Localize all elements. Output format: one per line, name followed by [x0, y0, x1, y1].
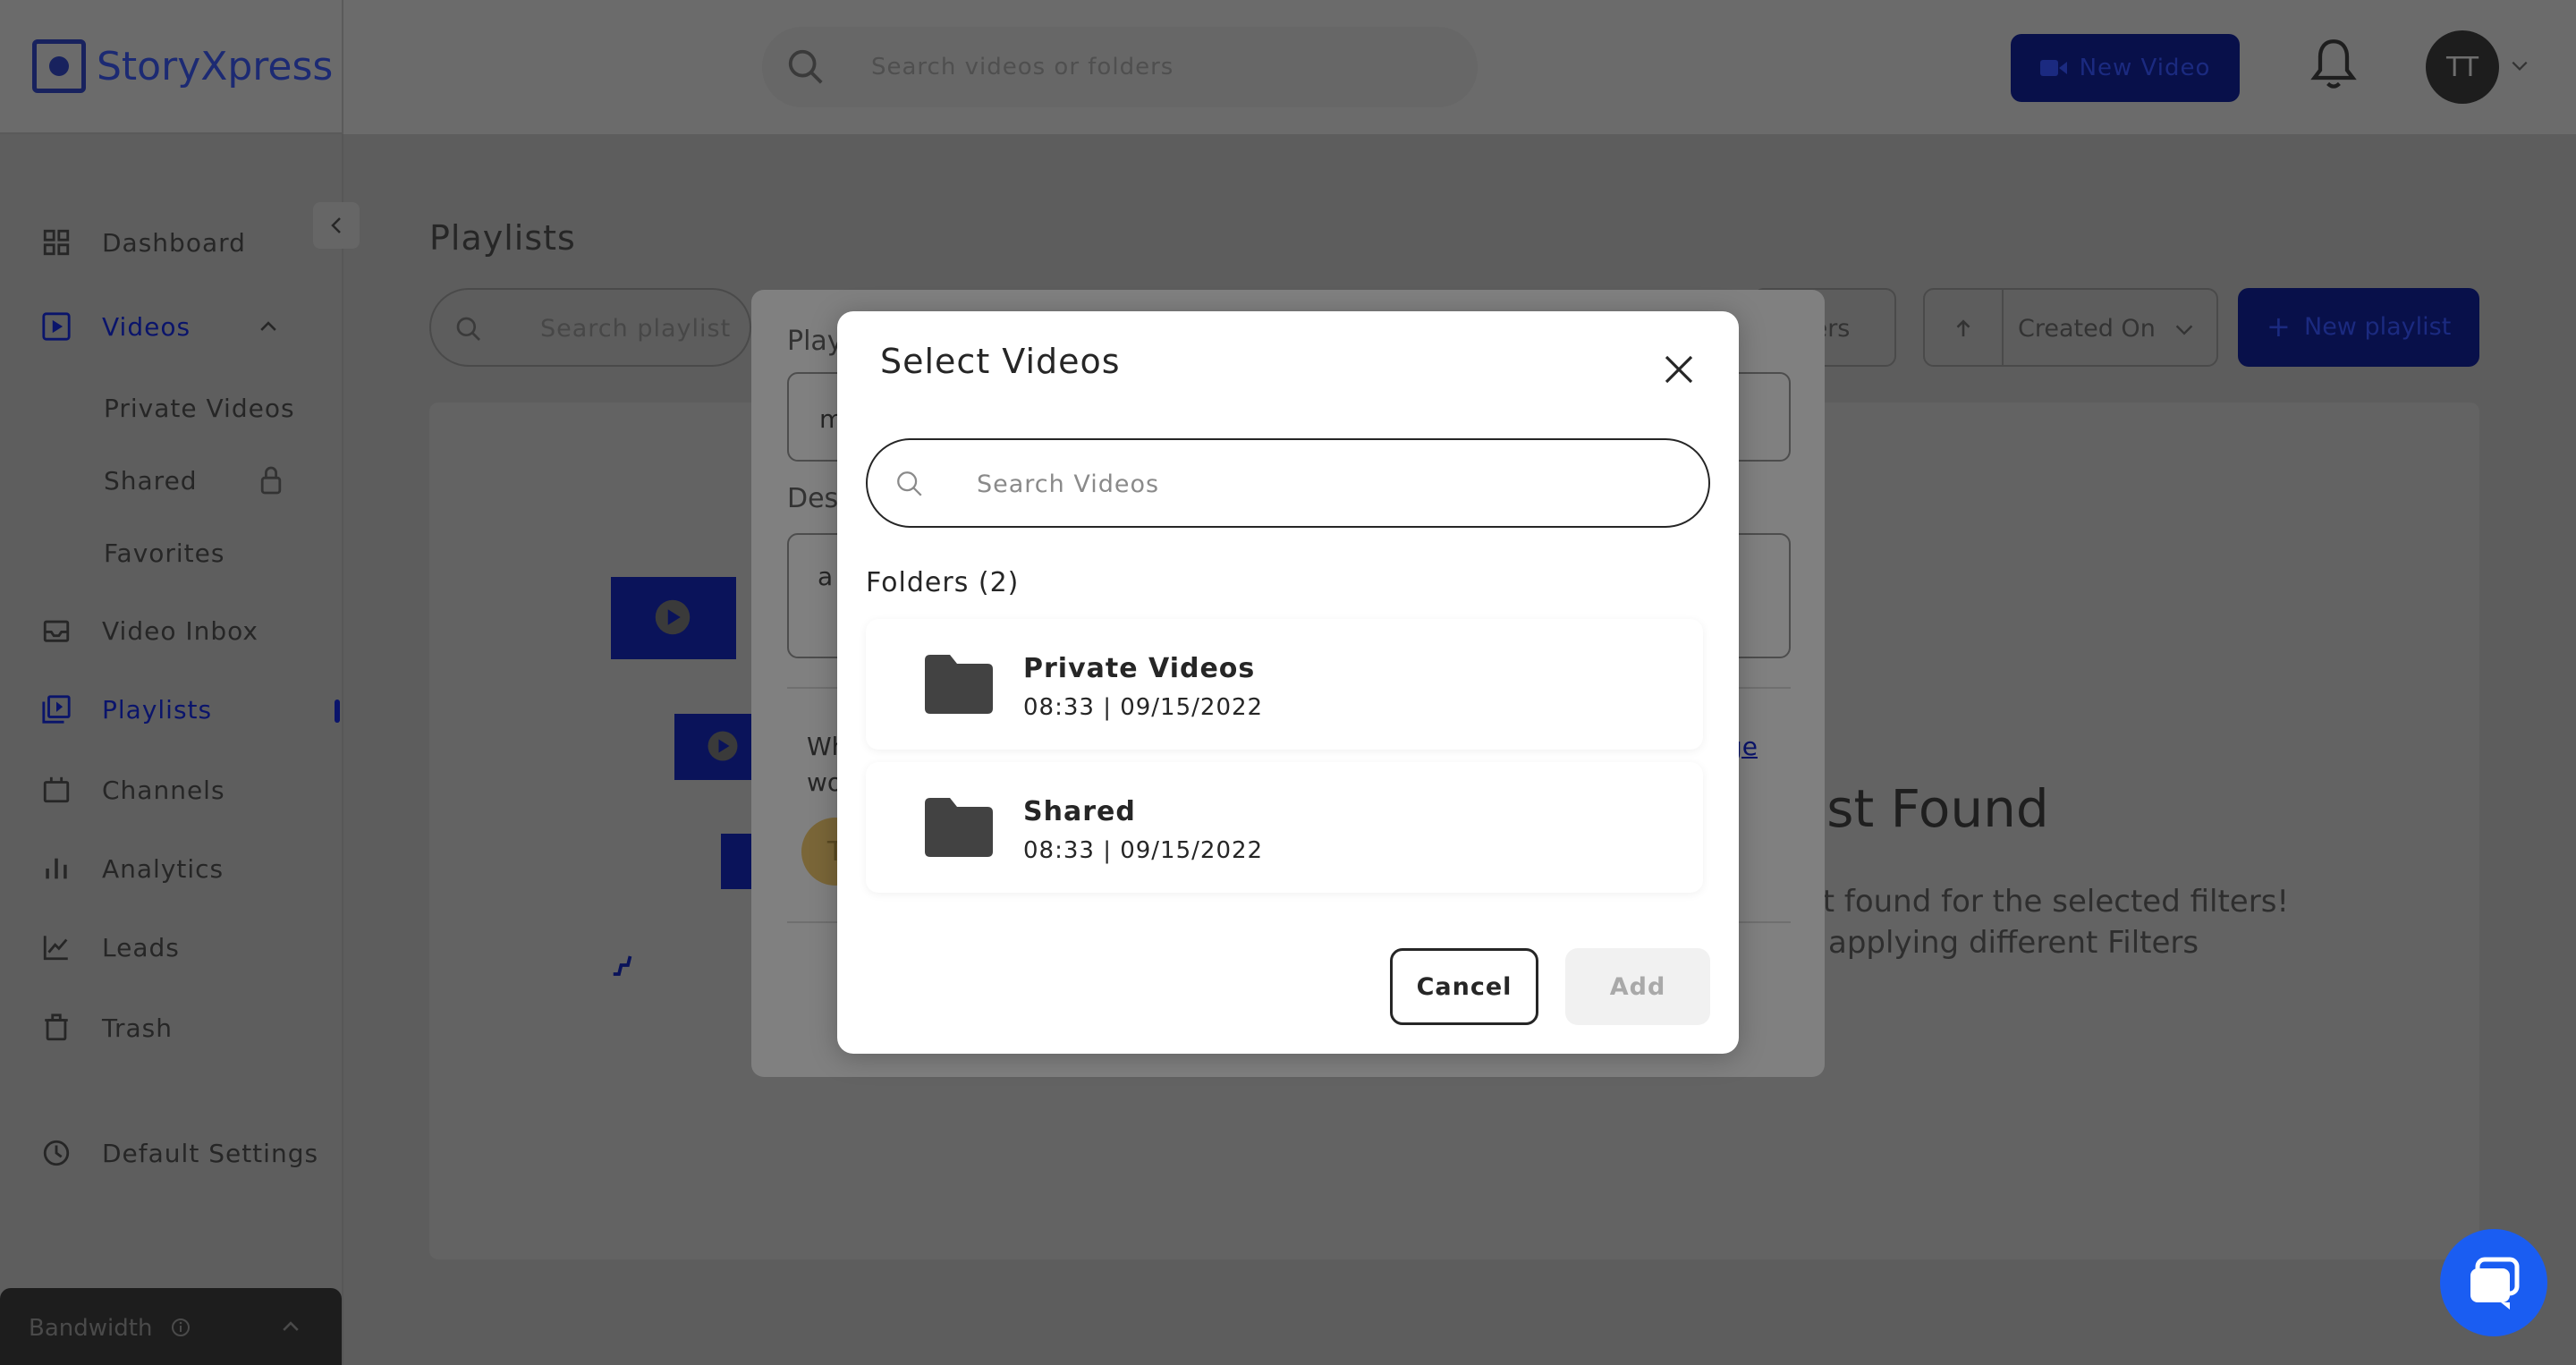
folder-name: Private Videos [1023, 653, 1256, 684]
lock-icon [260, 466, 281, 495]
video-icon [42, 312, 71, 341]
play-circle-icon [655, 599, 691, 635]
sidebar-item-label: Channels [102, 775, 225, 805]
info-icon[interactable] [170, 1317, 191, 1338]
sidebar-item-channels[interactable]: Channels [41, 775, 225, 805]
chat-icon [2470, 1257, 2520, 1310]
sidebar-item-label: Playlists [102, 694, 213, 725]
search-icon [897, 471, 922, 496]
sidebar-item-label: Trash [102, 1013, 173, 1043]
empty-state-line: applying different Filters [1828, 925, 2199, 961]
sidebar-item-label: Videos [102, 311, 191, 342]
search-icon [788, 49, 823, 84]
new-playlist-label: New playlist [2304, 313, 2452, 341]
user-avatar[interactable]: TT [2426, 30, 2499, 104]
sidebar-item-label: Video Inbox [102, 615, 258, 646]
chevron-up-icon[interactable] [257, 315, 280, 338]
add-button[interactable]: Add [1565, 948, 1710, 1025]
sidebar-item-favorites[interactable]: Favorites [104, 538, 225, 568]
empty-state-line: st found for the selected filters! [1807, 884, 2290, 920]
folder-meta: 08:33 | 09/15/2022 [1023, 694, 1264, 721]
sidebar-item-playlists[interactable]: Playlists [41, 694, 212, 725]
bandwidth-label: Bandwidth [29, 1315, 153, 1342]
folder-meta: 08:33 | 09/15/2022 [1023, 837, 1264, 864]
logo[interactable]: StoryXpress [32, 39, 333, 93]
sort-control[interactable]: Created On [1923, 288, 2218, 367]
sidebar-item-label: Dashboard [102, 227, 246, 258]
chevron-down-icon[interactable] [2510, 55, 2529, 75]
page-title: Playlists [429, 218, 576, 258]
global-search[interactable]: Search videos or folders [762, 27, 1478, 107]
sidebar-item-label: Private Videos [104, 394, 295, 423]
video-search-input[interactable] [975, 462, 1676, 506]
folder-item-shared[interactable]: Shared 08:33 | 09/15/2022 [866, 762, 1703, 893]
logo-text: StoryXpress [97, 43, 334, 89]
folder-icon [925, 655, 993, 714]
sidebar-item-trash[interactable]: Trash [41, 1013, 173, 1043]
folder-name: Shared [1023, 796, 1136, 827]
trash-icon [45, 1013, 68, 1041]
active-indicator [335, 699, 340, 723]
sidebar-item-label: Default Settings [102, 1138, 319, 1168]
sidebar-item-shared[interactable]: Shared [104, 465, 284, 496]
folders-heading: Folders (2) [866, 567, 1020, 598]
global-search-placeholder: Search videos or folders [871, 54, 1174, 81]
search-icon [456, 317, 480, 341]
cancel-button[interactable]: Cancel [1390, 948, 1538, 1025]
channels-icon [43, 776, 70, 803]
sidebar-collapse-button[interactable] [313, 202, 360, 249]
bandwidth-panel[interactable]: Bandwidth [0, 1288, 342, 1365]
playlist-name-label: Play [787, 326, 843, 357]
playlist-search[interactable]: Search playlist [429, 288, 751, 367]
new-video-button[interactable]: New Video [2011, 34, 2240, 102]
chevron-down-icon [2175, 325, 2193, 335]
close-icon[interactable] [1660, 351, 1698, 388]
video-search[interactable] [866, 438, 1710, 528]
plus-icon: + [2267, 309, 2291, 343]
chevron-up-icon[interactable] [279, 1315, 302, 1338]
sidebar-item-video-inbox[interactable]: Video Inbox [41, 615, 258, 646]
description-label: Des [787, 483, 839, 514]
select-videos-modal: Select Videos Folders (2) Private Videos… [837, 311, 1739, 1054]
sidebar-item-private-videos[interactable]: Private Videos [104, 394, 295, 423]
settings-icon [43, 1140, 70, 1166]
sidebar-item-label: Shared [104, 465, 198, 496]
empty-state-text: st found for the selected filters! apply… [1807, 881, 2289, 963]
leads-icon [43, 936, 68, 961]
squiggle-icon [613, 955, 632, 976]
analytics-icon [46, 858, 67, 879]
new-playlist-button[interactable]: + New playlist [2238, 288, 2479, 367]
video-camera-icon [2039, 60, 2067, 76]
sidebar-item-label: Leads [102, 932, 180, 962]
grid-icon [43, 229, 70, 256]
empty-illustration [611, 577, 736, 659]
play-circle-icon [708, 731, 738, 761]
folder-item-private-videos[interactable]: Private Videos 08:33 | 09/15/2022 [866, 619, 1703, 750]
folder-icon [925, 798, 993, 857]
chat-button[interactable] [2440, 1229, 2547, 1336]
sidebar-item-label: Favorites [104, 538, 225, 568]
playlist-icon [42, 695, 71, 724]
sidebar-item-default-settings[interactable]: Default Settings [41, 1138, 318, 1168]
empty-state-title: list Found [1798, 778, 2049, 839]
sidebar-item-label: Analytics [102, 853, 225, 884]
playlist-search-placeholder: Search playlist [540, 315, 732, 343]
description-value: a [818, 562, 834, 591]
sidebar-item-analytics[interactable]: Analytics [41, 853, 224, 884]
sidebar-item-leads[interactable]: Leads [41, 932, 180, 962]
new-video-label: New Video [2079, 55, 2211, 81]
logo-mark-icon [32, 39, 86, 93]
sidebar-item-dashboard[interactable]: Dashboard [41, 227, 246, 258]
chevron-left-icon [331, 217, 341, 233]
sort-label: Created On [2018, 315, 2156, 343]
sidebar-item-videos[interactable]: Videos [41, 311, 280, 342]
inbox-icon [43, 620, 70, 642]
bell-icon[interactable] [2309, 38, 2358, 91]
arrow-up-icon[interactable] [1952, 317, 1975, 340]
modal-title: Select Videos [880, 342, 1121, 381]
